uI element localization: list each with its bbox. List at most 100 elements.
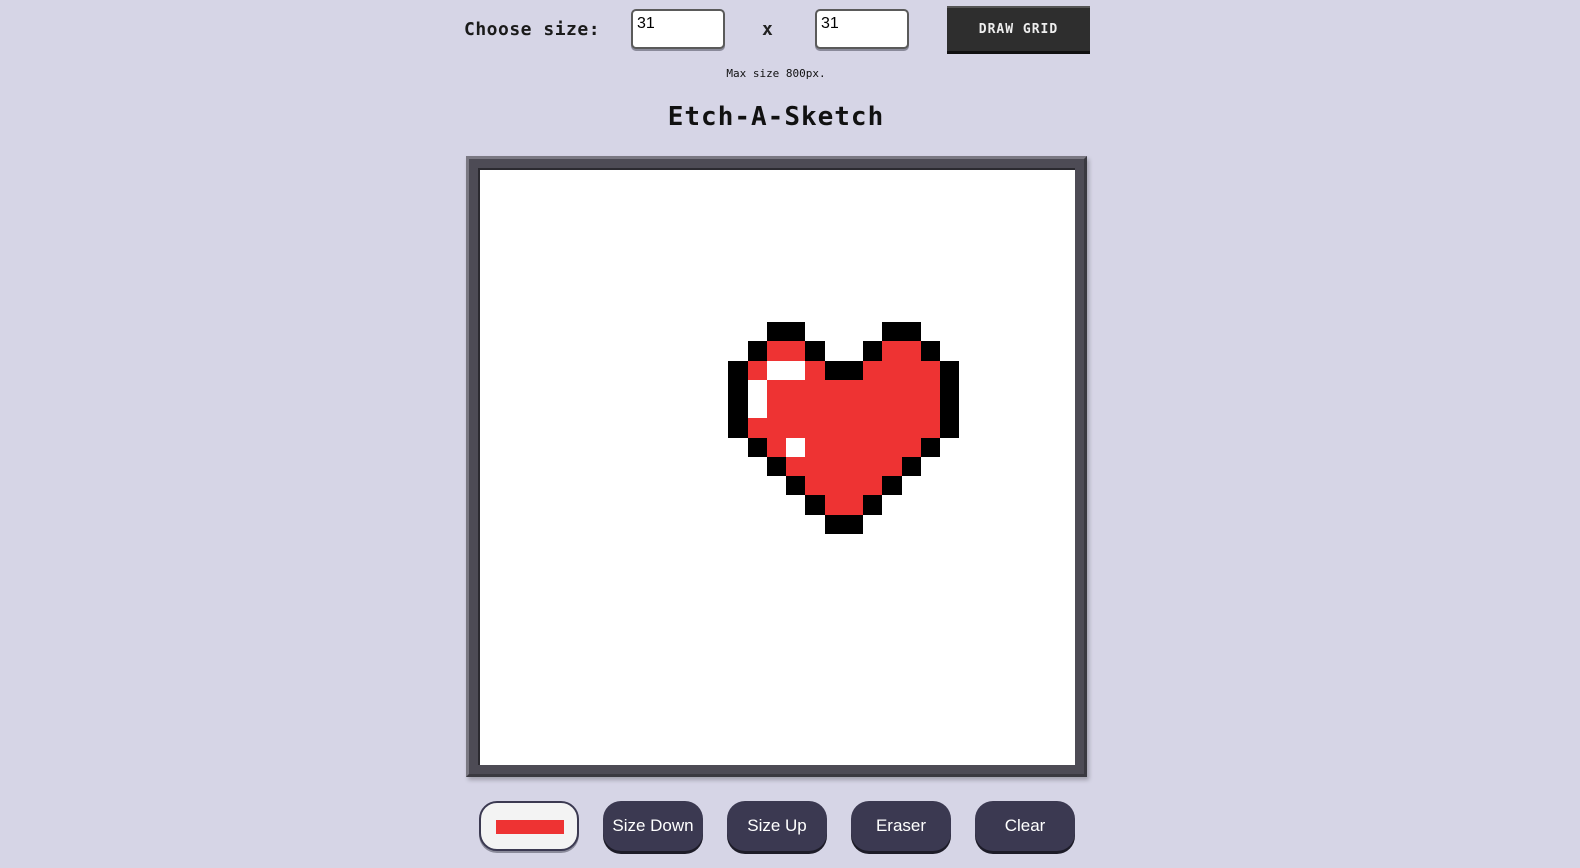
grid-cell[interactable] <box>998 630 1017 649</box>
grid-cell[interactable] <box>555 303 574 322</box>
grid-cell[interactable] <box>478 534 497 553</box>
grid-cell[interactable] <box>825 245 844 264</box>
grid-cell[interactable] <box>940 476 959 495</box>
grid-cell[interactable] <box>882 399 902 419</box>
grid-cell[interactable] <box>497 630 516 649</box>
grid-cell[interactable] <box>651 438 670 457</box>
grid-cell[interactable] <box>844 746 863 765</box>
grid-cell[interactable] <box>786 726 805 745</box>
grid-cell[interactable] <box>536 534 555 553</box>
grid-cell[interactable] <box>902 649 921 668</box>
grid-cell[interactable] <box>882 245 901 264</box>
grid-cell[interactable] <box>882 553 901 572</box>
grid-cell[interactable] <box>902 707 921 726</box>
grid-cell[interactable] <box>786 553 805 572</box>
grid-cell[interactable] <box>1056 418 1075 437</box>
grid-cell[interactable] <box>1017 226 1036 245</box>
grid-cell[interactable] <box>728 168 747 187</box>
grid-cell[interactable] <box>728 495 747 514</box>
grid-cell[interactable] <box>998 669 1017 688</box>
grid-cell[interactable] <box>555 630 574 649</box>
grid-cell[interactable] <box>497 207 516 226</box>
grid-cell[interactable] <box>786 187 805 206</box>
grid-cell[interactable] <box>824 399 844 419</box>
eraser-button[interactable]: Eraser <box>851 801 951 851</box>
grid-cell[interactable] <box>478 495 497 514</box>
grid-cell[interactable] <box>709 457 728 476</box>
grid-cell[interactable] <box>921 726 940 745</box>
grid-cell[interactable] <box>805 187 824 206</box>
grid-cell[interactable] <box>1056 341 1075 360</box>
grid-cell[interactable] <box>536 457 555 476</box>
grid-cell[interactable] <box>863 649 882 668</box>
grid-cell[interactable] <box>709 592 728 611</box>
grid-cell[interactable] <box>902 688 921 707</box>
grid-cell[interactable] <box>594 649 613 668</box>
grid-cell[interactable] <box>1036 207 1055 226</box>
color-picker-button[interactable] <box>479 801 579 851</box>
grid-cell[interactable] <box>747 418 767 438</box>
grid-cell[interactable] <box>709 399 728 418</box>
grid-cell[interactable] <box>805 746 824 765</box>
grid-cell[interactable] <box>998 534 1017 553</box>
grid-cell[interactable] <box>767 553 786 572</box>
grid-cell[interactable] <box>959 707 978 726</box>
grid-cell[interactable] <box>478 611 497 630</box>
grid-cell[interactable] <box>1056 226 1075 245</box>
grid-cell[interactable] <box>536 553 555 572</box>
grid-cell[interactable] <box>671 226 690 245</box>
grid-cell[interactable] <box>824 456 844 477</box>
grid-cell[interactable] <box>1056 457 1075 476</box>
grid-cell[interactable] <box>497 284 516 303</box>
grid-cell[interactable] <box>517 476 536 495</box>
grid-cell[interactable] <box>882 572 901 591</box>
grid-cell[interactable] <box>767 726 786 745</box>
grid-cell[interactable] <box>574 399 593 418</box>
grid-cell[interactable] <box>594 245 613 264</box>
grid-cell[interactable] <box>863 264 882 283</box>
grid-cell[interactable] <box>920 437 941 457</box>
grid-cell[interactable] <box>517 303 536 322</box>
grid-cell[interactable] <box>979 630 998 649</box>
grid-cell[interactable] <box>1036 380 1055 399</box>
grid-cell[interactable] <box>574 322 593 341</box>
grid-cell[interactable] <box>671 592 690 611</box>
grid-cell[interactable] <box>517 187 536 206</box>
grid-cell[interactable] <box>574 592 593 611</box>
grid-cell[interactable] <box>825 669 844 688</box>
grid-cell[interactable] <box>690 438 709 457</box>
grid-cell[interactable] <box>1017 457 1036 476</box>
grid-cell[interactable] <box>805 418 825 438</box>
grid-cell[interactable] <box>959 322 978 341</box>
grid-cell[interactable] <box>921 611 940 630</box>
grid-cell[interactable] <box>671 168 690 187</box>
grid-cell[interactable] <box>517 418 536 437</box>
sketch-canvas[interactable] <box>478 168 1075 765</box>
grid-cell[interactable] <box>574 341 593 360</box>
grid-cell[interactable] <box>613 399 632 418</box>
grid-cell[interactable] <box>632 418 651 437</box>
grid-cell[interactable] <box>748 168 767 187</box>
grid-cell[interactable] <box>882 168 901 187</box>
grid-cell[interactable] <box>805 303 824 322</box>
grid-cell[interactable] <box>594 226 613 245</box>
grid-cell[interactable] <box>709 245 728 264</box>
grid-cell[interactable] <box>767 245 786 264</box>
grid-cell[interactable] <box>478 572 497 591</box>
grid-cell[interactable] <box>555 611 574 630</box>
grid-cell[interactable] <box>536 187 555 206</box>
grid-cell[interactable] <box>959 726 978 745</box>
grid-cell[interactable] <box>574 245 593 264</box>
grid-cell[interactable] <box>882 226 901 245</box>
grid-cell[interactable] <box>844 226 863 245</box>
grid-cell[interactable] <box>478 303 497 322</box>
grid-cell[interactable] <box>1017 361 1036 380</box>
grid-cell[interactable] <box>902 168 921 187</box>
grid-cell[interactable] <box>651 303 670 322</box>
grid-cell[interactable] <box>671 746 690 765</box>
grid-cell[interactable] <box>882 669 901 688</box>
grid-cell[interactable] <box>478 168 497 187</box>
grid-cell[interactable] <box>805 264 824 283</box>
grid-cell[interactable] <box>728 379 748 400</box>
grid-cell[interactable] <box>536 630 555 649</box>
